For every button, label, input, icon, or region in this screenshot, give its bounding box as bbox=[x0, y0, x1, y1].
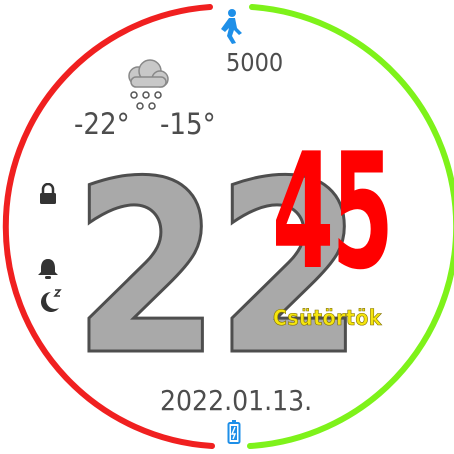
watch-face: 5000 -22° -15° 22 45 Csütörtök 2022.01.1… bbox=[0, 0, 454, 454]
walking-person-icon bbox=[221, 9, 242, 44]
minute-digits: 45 bbox=[272, 118, 394, 305]
snow-cloud-icon bbox=[128, 59, 169, 110]
bell-icon bbox=[38, 259, 58, 279]
step-count: 5000 bbox=[226, 48, 284, 77]
moon-sleep-icon bbox=[41, 289, 62, 312]
battery-icon bbox=[227, 420, 241, 444]
date-label: 2022.01.13. bbox=[160, 384, 313, 417]
weekday-label: Csütörtök bbox=[273, 306, 382, 331]
lock-icon bbox=[40, 183, 56, 204]
